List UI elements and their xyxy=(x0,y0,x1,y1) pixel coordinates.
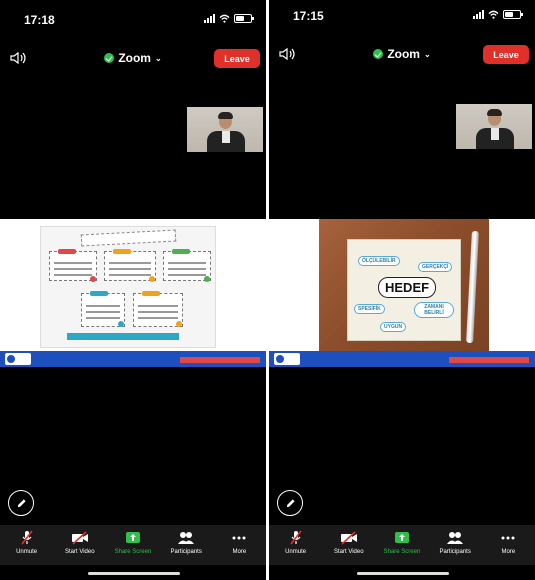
person-shirt xyxy=(491,128,499,140)
pen xyxy=(466,230,479,344)
pencil-icon xyxy=(17,498,26,507)
meeting-top-bar: Zoom ⌄ Leave xyxy=(0,46,266,72)
unmute-label: Unmute xyxy=(16,549,38,555)
start-video-button[interactable]: Start Video xyxy=(55,530,105,555)
status-bar: 17:18 xyxy=(0,0,266,40)
slide-footer xyxy=(269,351,535,367)
start-video-label: Start Video xyxy=(64,549,95,555)
more-dots-icon xyxy=(232,536,246,540)
note-card xyxy=(104,249,156,282)
unmute-label: Unmute xyxy=(285,549,307,555)
infographic xyxy=(40,226,216,348)
participants-label: Participants xyxy=(439,549,471,555)
note-card xyxy=(163,249,211,282)
meeting-toolbar: Unmute Start Video Share Screen Particip… xyxy=(269,525,535,565)
microphone-muted-icon xyxy=(20,530,33,545)
status-icons xyxy=(204,14,254,23)
slide-word: ZAMANI BELİRLİ xyxy=(414,302,454,318)
slide-word: SPESİFİK xyxy=(354,304,385,314)
more-button[interactable]: More xyxy=(214,530,264,555)
phone-screen-left: 17:18 Zoom ⌄ Leave Unmute Start Video Sh… xyxy=(0,0,266,580)
status-time: 17:15 xyxy=(293,9,324,23)
slide-logo xyxy=(5,353,31,365)
note-card xyxy=(133,291,183,327)
slide-word: ÖLÇÜLEBİLİR xyxy=(358,256,400,266)
status-bar: 17:15 xyxy=(269,0,535,40)
share-screen-icon xyxy=(394,532,409,543)
more-label: More xyxy=(501,549,516,555)
start-video-button[interactable]: Start Video xyxy=(324,530,374,555)
self-video-thumbnail[interactable] xyxy=(187,107,263,152)
note-card xyxy=(81,291,125,327)
leave-button[interactable]: Leave xyxy=(214,49,260,68)
annotate-button[interactable] xyxy=(277,490,303,516)
slide-word: GERÇEKÇİ xyxy=(418,262,453,272)
video-off-icon xyxy=(71,531,88,545)
shared-slide: ÖLÇÜLEBİLİR GERÇEKÇİ HEDEF SPESİFİK ZAMA… xyxy=(269,219,535,367)
wifi-icon xyxy=(488,10,499,19)
wifi-icon xyxy=(219,14,230,23)
battery-icon xyxy=(234,14,254,23)
meeting-title-label: Zoom xyxy=(118,51,151,65)
paper-sheet: ÖLÇÜLEBİLİR GERÇEKÇİ HEDEF SPESİFİK ZAMA… xyxy=(347,239,461,341)
person-hair xyxy=(218,112,233,119)
start-video-label: Start Video xyxy=(333,549,364,555)
participants-button[interactable]: Participants xyxy=(161,530,211,555)
slide-footer-tag xyxy=(180,357,260,363)
more-dots-icon xyxy=(501,536,515,540)
slide-photo: ÖLÇÜLEBİLİR GERÇEKÇİ HEDEF SPESİFİK ZAMA… xyxy=(319,219,489,351)
shared-slide xyxy=(0,219,266,367)
note-card xyxy=(49,249,97,282)
participants-icon xyxy=(447,532,464,544)
share-screen-icon xyxy=(125,532,140,543)
participants-label: Participants xyxy=(170,549,202,555)
slide-word: UYGUN xyxy=(380,322,407,332)
infographic-banner xyxy=(80,229,177,247)
slide-main-word: HEDEF xyxy=(378,277,437,298)
person-shirt xyxy=(222,131,230,143)
meeting-title-label: Zoom xyxy=(387,47,420,61)
unmute-button[interactable]: Unmute xyxy=(2,530,52,555)
participants-icon xyxy=(178,532,195,544)
annotate-button[interactable] xyxy=(8,490,34,516)
more-label: More xyxy=(232,549,247,555)
slide-logo xyxy=(274,353,300,365)
home-indicator xyxy=(357,572,449,575)
more-button[interactable]: More xyxy=(483,530,533,555)
signal-icon xyxy=(473,10,484,19)
pencil-icon xyxy=(286,498,295,507)
shield-check-icon xyxy=(104,53,115,63)
share-screen-button[interactable]: Share Screen xyxy=(108,530,158,555)
person-hair xyxy=(487,109,502,116)
chevron-down-icon: ⌄ xyxy=(154,53,162,63)
slide-footer-tag xyxy=(449,357,529,363)
share-screen-label: Share Screen xyxy=(383,549,421,555)
microphone-muted-icon xyxy=(289,530,302,545)
signal-icon xyxy=(204,14,215,23)
status-time: 17:18 xyxy=(24,13,55,27)
meeting-top-bar: Zoom ⌄ Leave xyxy=(269,42,535,68)
leave-button[interactable]: Leave xyxy=(483,45,529,64)
infographic-quote xyxy=(67,333,179,340)
share-screen-label: Share Screen xyxy=(114,549,152,555)
home-indicator xyxy=(88,572,180,575)
unmute-button[interactable]: Unmute xyxy=(271,530,321,555)
shield-check-icon xyxy=(373,49,384,59)
slide-footer xyxy=(0,351,266,367)
chevron-down-icon: ⌄ xyxy=(423,49,431,59)
video-off-icon xyxy=(340,531,357,545)
share-screen-button[interactable]: Share Screen xyxy=(377,530,427,555)
participants-button[interactable]: Participants xyxy=(430,530,480,555)
meeting-toolbar: Unmute Start Video Share Screen Particip… xyxy=(0,525,266,565)
status-icons xyxy=(473,10,523,19)
phone-screen-right: 17:15 Zoom ⌄ Leave ÖLÇÜLEBİLİR GERÇEKÇİ … xyxy=(269,0,535,580)
self-video-thumbnail[interactable] xyxy=(456,104,532,149)
battery-icon xyxy=(503,10,523,19)
